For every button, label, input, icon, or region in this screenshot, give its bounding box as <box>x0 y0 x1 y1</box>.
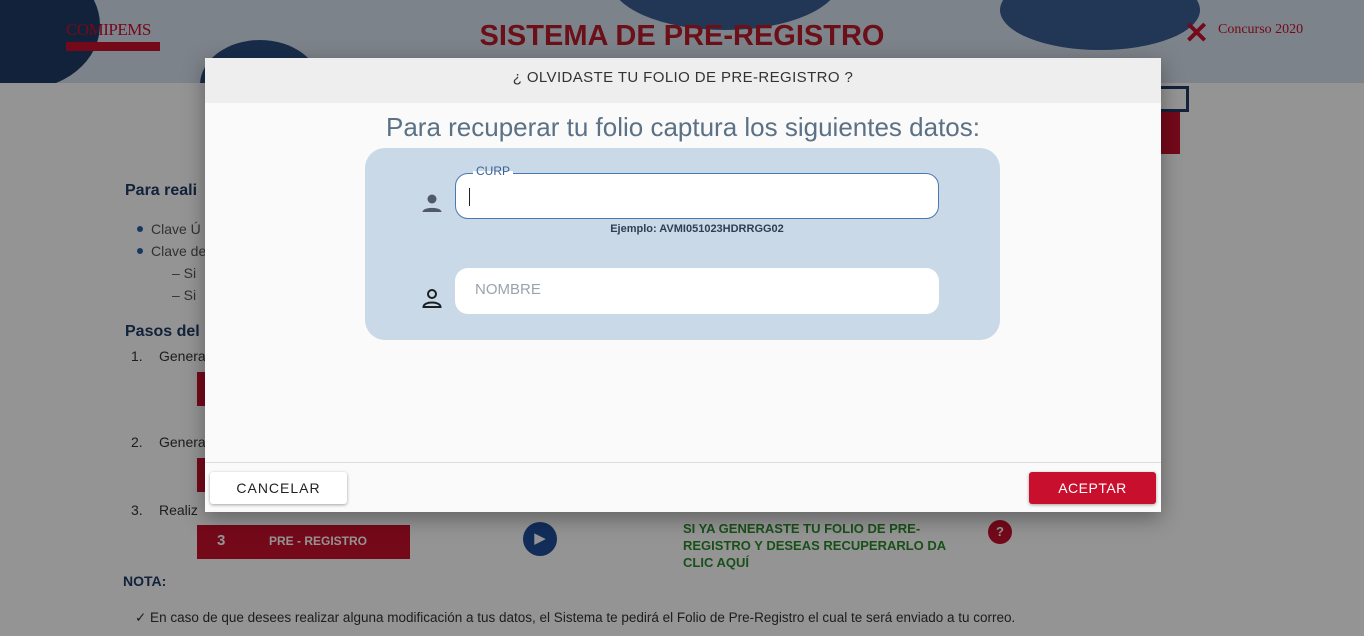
accept-button[interactable]: ACEPTAR <box>1029 472 1156 504</box>
curp-example-hint: Ejemplo: AVMI051023HDRRGG02 <box>610 223 784 235</box>
text-cursor <box>469 188 470 206</box>
cancel-button[interactable]: CANCELAR <box>210 472 347 504</box>
dialog-subtitle: Para recuperar tu folio captura los sigu… <box>385 112 980 142</box>
person-outline-icon <box>422 289 442 308</box>
recover-folio-dialog: ¿ OLVIDASTE TU FOLIO DE PRE-REGISTRO ? P… <box>205 58 1161 512</box>
nombre-field-placeholder: NOMBRE <box>475 281 541 298</box>
nombre-field[interactable]: NOMBRE <box>455 268 939 314</box>
curp-field[interactable]: CURP <box>455 164 939 219</box>
person-icon <box>422 194 442 212</box>
form-panel: CURP Ejemplo: AVMI051023HDRRGG02 NOMBRE <box>365 148 1000 340</box>
dialog-title: ¿ OLVIDASTE TU FOLIO DE PRE-REGISTRO ? <box>205 58 1161 103</box>
dialog-footer-divider <box>205 462 1161 463</box>
curp-field-label: CURP <box>473 164 514 178</box>
